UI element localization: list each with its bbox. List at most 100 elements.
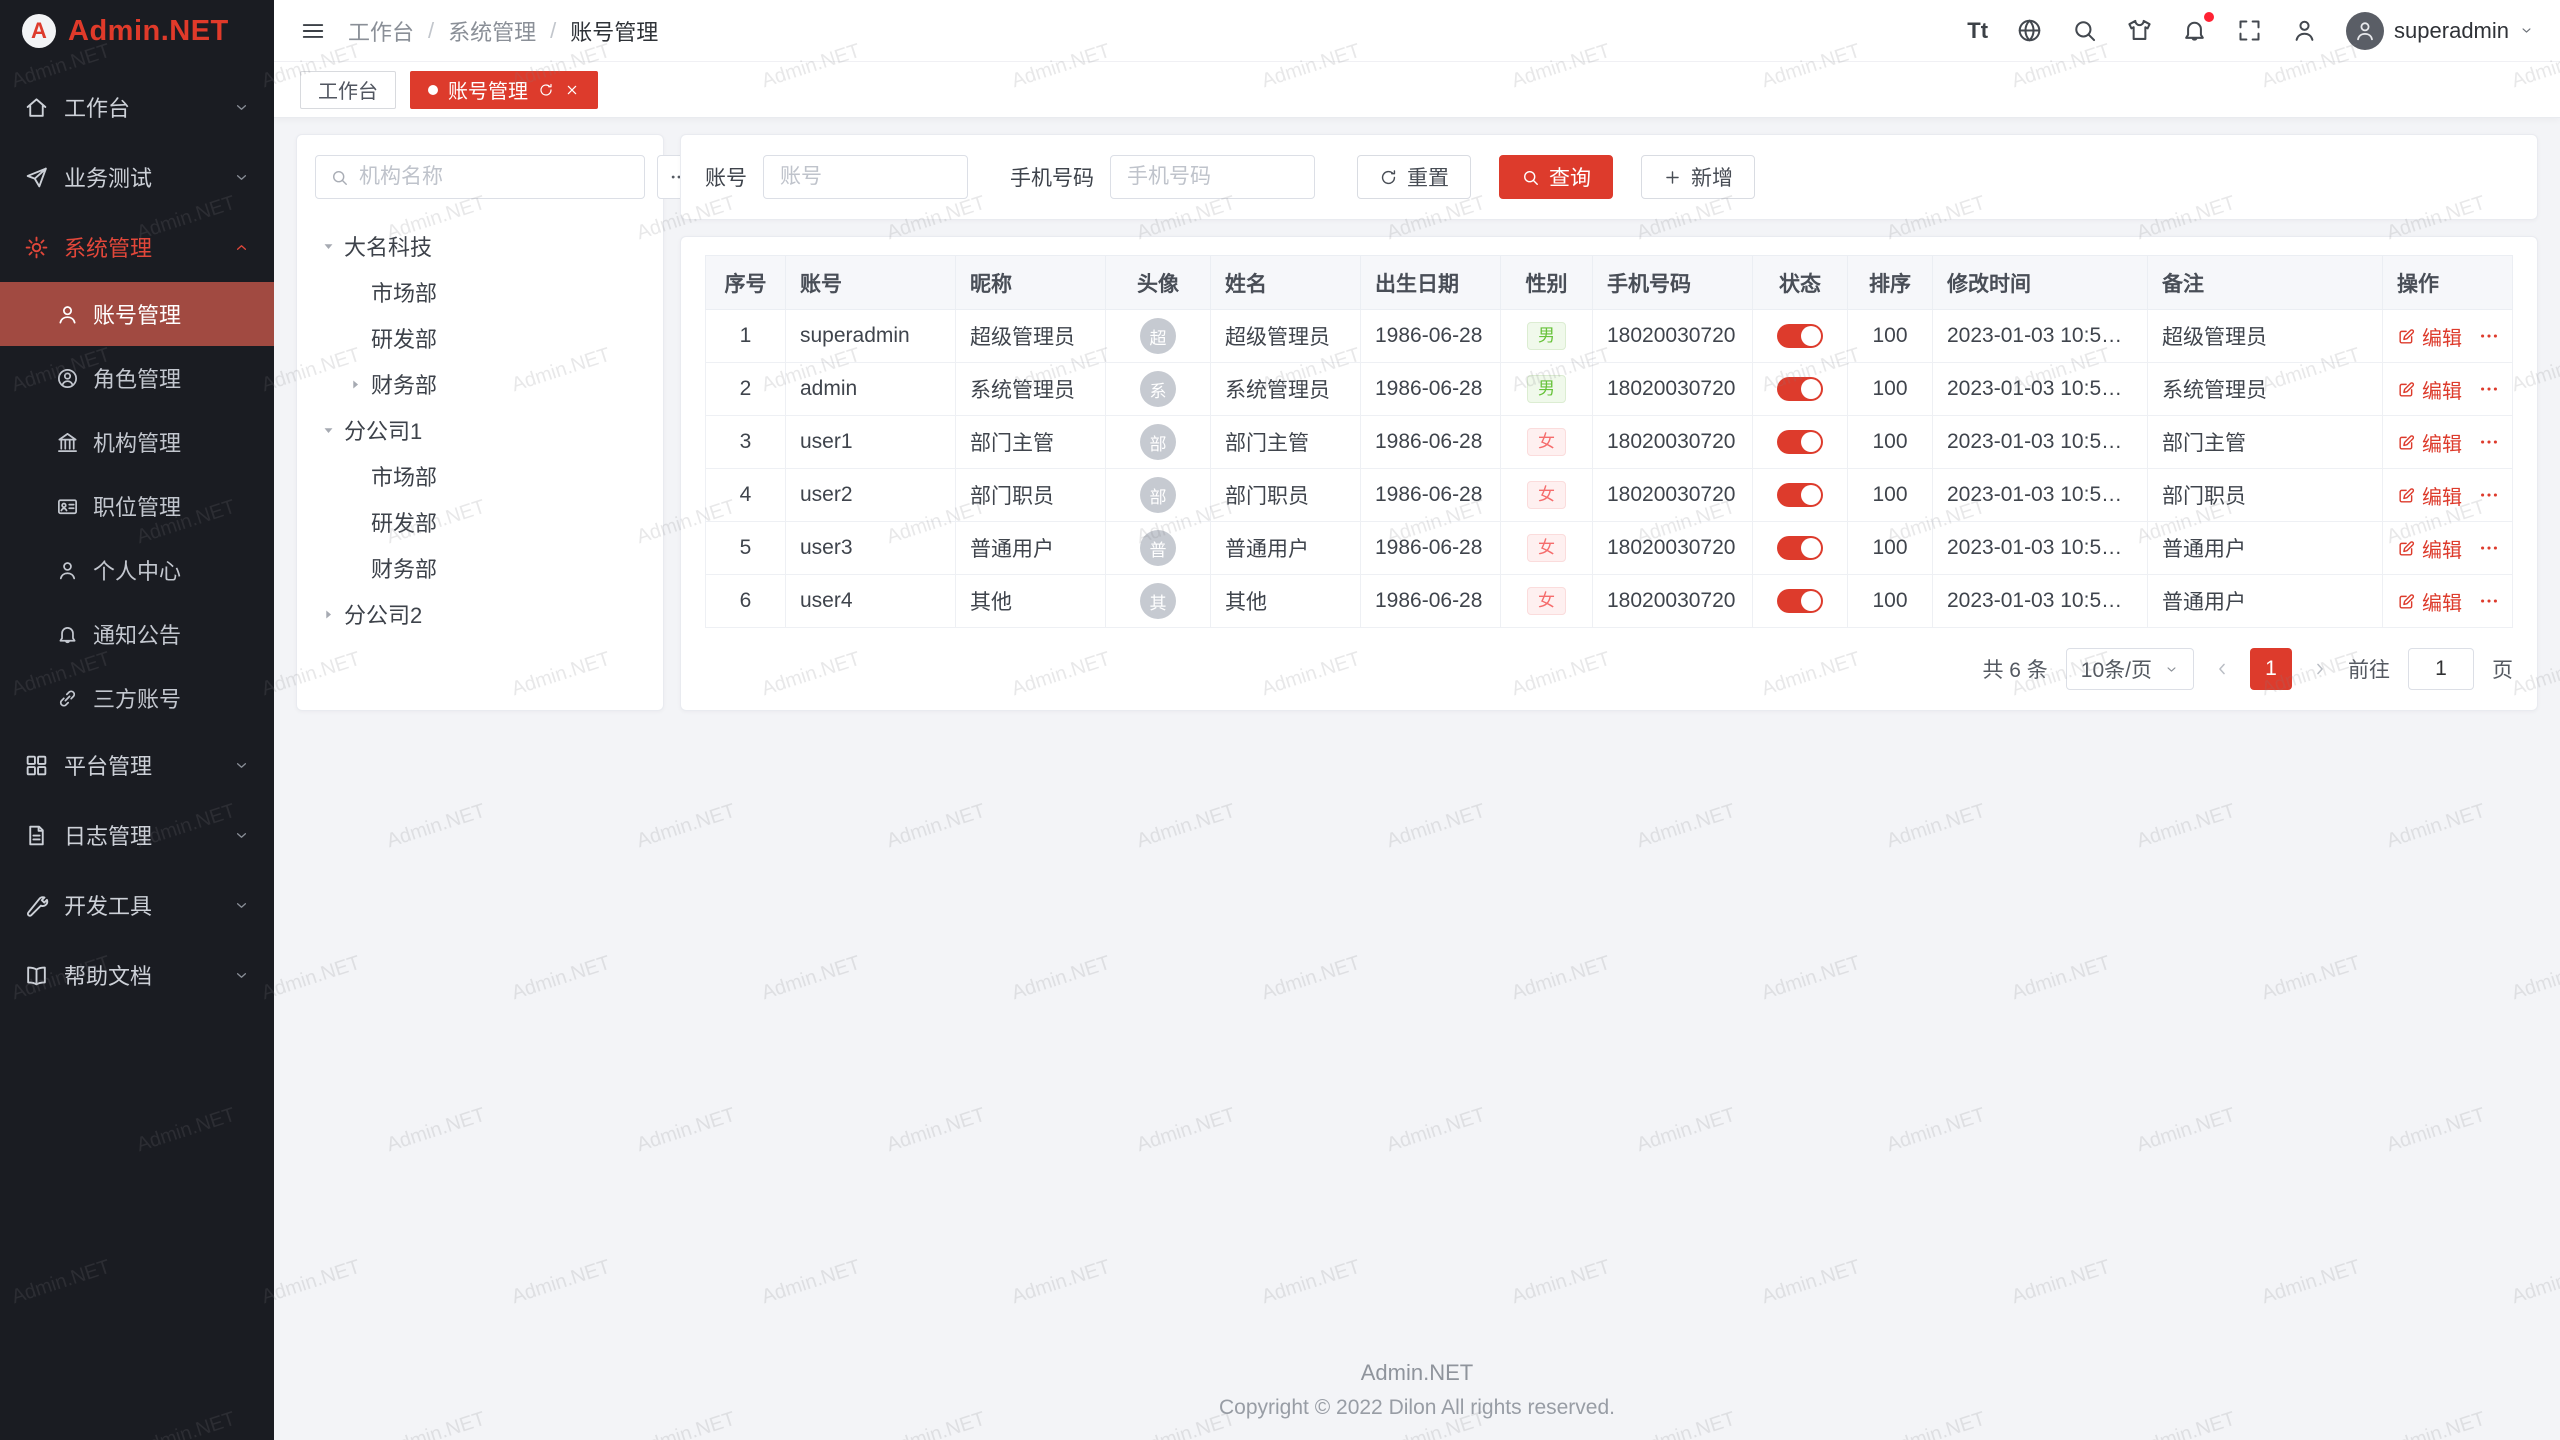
- row-more-button[interactable]: [2478, 378, 2500, 400]
- tree-node[interactable]: 研发部: [315, 315, 645, 361]
- cell-order: 100: [1872, 483, 1907, 506]
- account-input[interactable]: [763, 155, 968, 199]
- breadcrumb-item[interactable]: 系统管理: [448, 15, 536, 47]
- search-icon[interactable]: [2071, 17, 2098, 44]
- row-more-button[interactable]: [2478, 537, 2500, 559]
- tree-node[interactable]: 大名科技: [315, 223, 645, 269]
- menu-toggle-icon[interactable]: [300, 18, 326, 44]
- tree-node[interactable]: 分公司1: [315, 407, 645, 453]
- reset-button[interactable]: 重置: [1357, 155, 1471, 199]
- refresh-icon[interactable]: [538, 82, 554, 98]
- tree-node[interactable]: 市场部: [315, 453, 645, 499]
- edit-button[interactable]: 编辑: [2397, 322, 2462, 351]
- status-toggle[interactable]: [1777, 483, 1823, 507]
- reset-label: 重置: [1407, 162, 1449, 192]
- tree-node[interactable]: 财务部: [315, 545, 645, 591]
- sidebar-group-platform-management[interactable]: 平台管理: [0, 730, 274, 800]
- sidebar-group-log-management[interactable]: 日志管理: [0, 800, 274, 870]
- prev-page-button[interactable]: [2212, 659, 2232, 679]
- sidebar-item-account-management[interactable]: 账号管理: [0, 282, 274, 346]
- org-search-input[interactable]: [359, 165, 630, 189]
- search-button[interactable]: 查询: [1499, 155, 1613, 199]
- org-tree: 大名科技市场部研发部财务部分公司1市场部研发部财务部分公司2: [315, 223, 645, 637]
- sidebar-group-workbench[interactable]: 工作台: [0, 72, 274, 142]
- row-actions: 编辑: [2397, 322, 2498, 351]
- status-toggle[interactable]: [1777, 536, 1823, 560]
- tree-node[interactable]: 市场部: [315, 269, 645, 315]
- current-page[interactable]: 1: [2250, 648, 2292, 690]
- tree-node[interactable]: 财务部: [315, 361, 645, 407]
- app-logo[interactable]: A Admin.NET: [0, 0, 274, 62]
- tab-label: 工作台: [318, 75, 378, 104]
- add-button[interactable]: 新增: [1641, 155, 1755, 199]
- row-more-button[interactable]: [2478, 431, 2500, 453]
- edit-button[interactable]: 编辑: [2397, 375, 2462, 404]
- tree-node[interactable]: 研发部: [315, 499, 645, 545]
- tab-account-management[interactable]: 账号管理: [410, 71, 598, 109]
- status-toggle[interactable]: [1777, 589, 1823, 613]
- sidebar-group-dev-tools[interactable]: 开发工具: [0, 870, 274, 940]
- status-toggle[interactable]: [1777, 324, 1823, 348]
- edit-button[interactable]: 编辑: [2397, 587, 2462, 616]
- user-menu[interactable]: superadmin: [2346, 12, 2534, 50]
- edit-button[interactable]: 编辑: [2397, 481, 2462, 510]
- row-avatar: 普: [1140, 530, 1176, 566]
- sidebar-group-business-test[interactable]: 业务测试: [0, 142, 274, 212]
- sidebar-item-role-management[interactable]: 角色管理: [0, 346, 274, 410]
- sidebar-group-help-docs[interactable]: 帮助文档: [0, 940, 274, 1010]
- cell-account: admin: [800, 377, 857, 400]
- tab-workbench[interactable]: 工作台: [300, 71, 396, 109]
- row-more-button[interactable]: [2478, 325, 2500, 347]
- book-icon: [24, 963, 49, 988]
- edit-icon: [2397, 433, 2416, 452]
- org-search-box: [315, 155, 645, 199]
- close-icon[interactable]: [564, 82, 580, 98]
- row-more-button[interactable]: [2478, 590, 2500, 612]
- fullscreen-icon[interactable]: [2236, 17, 2263, 44]
- filter-bar: 账号 手机号码 重置 查询: [680, 134, 2538, 220]
- tree-indent: [346, 559, 365, 578]
- caret-right-icon[interactable]: [319, 605, 338, 624]
- search-icon: [330, 168, 349, 187]
- link-icon: [56, 687, 79, 710]
- language-icon[interactable]: [2016, 17, 2043, 44]
- breadcrumb-separator: /: [550, 18, 556, 44]
- sidebar-item-position-management[interactable]: 职位管理: [0, 474, 274, 538]
- caret-down-icon[interactable]: [319, 237, 338, 256]
- cell-modified: 2023-01-03 10:59:44: [1947, 377, 2142, 400]
- sidebar-item-notice[interactable]: 通知公告: [0, 602, 274, 666]
- status-toggle[interactable]: [1777, 377, 1823, 401]
- edit-button[interactable]: 编辑: [2397, 534, 2462, 563]
- profile-icon[interactable]: [2291, 17, 2318, 44]
- notification-icon[interactable]: [2181, 17, 2208, 44]
- sidebar-item-org-management[interactable]: 机构管理: [0, 410, 274, 474]
- gender-tag: 女: [1527, 428, 1566, 456]
- font-size-icon[interactable]: Tt: [1967, 18, 1988, 44]
- goto-page-input[interactable]: [2408, 648, 2474, 690]
- sidebar-item-third-party-account[interactable]: 三方账号: [0, 666, 274, 730]
- caret-down-icon[interactable]: [319, 421, 338, 440]
- tree-node[interactable]: 分公司2: [315, 591, 645, 637]
- next-page-button[interactable]: [2310, 659, 2330, 679]
- theme-icon[interactable]: [2126, 17, 2153, 44]
- sidebar-item-personal-center[interactable]: 个人中心: [0, 538, 274, 602]
- edit-icon: [2397, 486, 2416, 505]
- cell-birth: 1986-06-28: [1375, 536, 1482, 559]
- caret-right-icon[interactable]: [346, 375, 365, 394]
- cell-index: 5: [740, 536, 752, 559]
- breadcrumb-item[interactable]: 工作台: [348, 15, 414, 47]
- sidebar-group-system-management[interactable]: 系统管理: [0, 212, 274, 282]
- status-toggle[interactable]: [1777, 430, 1823, 454]
- cell-modified: 2023-01-03 10:59:44: [1947, 430, 2142, 453]
- phone-input[interactable]: [1110, 155, 1315, 199]
- sidebar: A Admin.NET 工作台业务测试系统管理账号管理角色管理机构管理职位管理个…: [0, 0, 274, 1440]
- page-size-select[interactable]: 10条/页: [2066, 648, 2194, 690]
- cell-remark: 普通用户: [2162, 591, 2246, 614]
- edit-button[interactable]: 编辑: [2397, 428, 2462, 457]
- bell-icon: [56, 623, 79, 646]
- tree-node-label: 分公司1: [344, 414, 422, 446]
- row-more-button[interactable]: [2478, 484, 2500, 506]
- column-header: 手机号码: [1593, 256, 1753, 310]
- sidebar-item-label: 角色管理: [93, 362, 181, 394]
- breadcrumb-item[interactable]: 账号管理: [570, 15, 658, 47]
